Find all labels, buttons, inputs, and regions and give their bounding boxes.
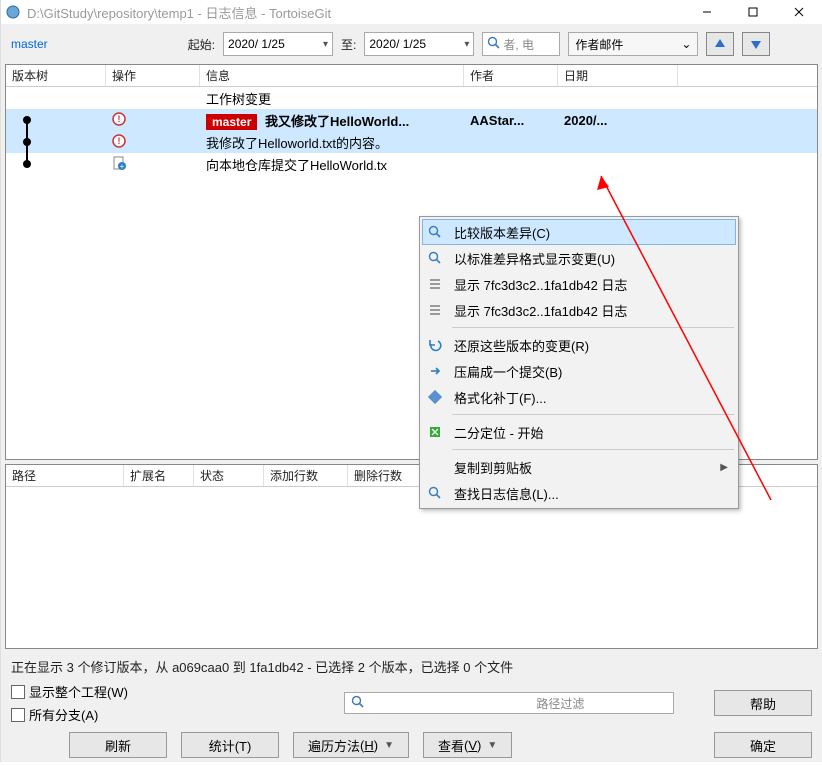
search-icon bbox=[487, 36, 501, 53]
cm-revert-changes[interactable]: 还原这些版本的变更(R) bbox=[422, 332, 736, 358]
revert-icon bbox=[426, 336, 444, 354]
col-message[interactable]: 信息 bbox=[200, 65, 464, 86]
modified-icon: ! bbox=[112, 136, 126, 151]
log-row[interactable]: + 向本地仓库提交了HelloWorld.tx bbox=[6, 153, 817, 175]
modified-icon: ! bbox=[112, 114, 126, 129]
bisect-icon bbox=[426, 423, 444, 441]
maximize-button[interactable] bbox=[730, 0, 776, 24]
branch-label[interactable]: master bbox=[7, 35, 52, 53]
scroll-down-button[interactable] bbox=[742, 32, 770, 56]
whole-project-label: 显示整个工程(W) bbox=[29, 682, 128, 701]
chevron-down-icon: ▾ bbox=[323, 39, 328, 50]
to-label: 至: bbox=[341, 36, 356, 53]
col-author[interactable]: 作者 bbox=[464, 65, 558, 86]
author-select-value: 作者邮件 bbox=[575, 36, 623, 53]
cm-format-patch[interactable]: 格式化补丁(F)... bbox=[422, 384, 736, 410]
from-date-input[interactable]: 2020/ 1/25 ▾ bbox=[223, 32, 333, 56]
options-row: 显示整个工程(W) 所有分支(A) 路径过滤 帮助 bbox=[1, 680, 822, 726]
commit-message: 向本地仓库提交了HelloWorld.tx bbox=[206, 158, 387, 173]
from-date-value: 2020/ 1/25 bbox=[228, 37, 285, 51]
patch-icon bbox=[426, 388, 444, 406]
ok-button[interactable]: 确定 bbox=[714, 732, 812, 758]
svg-text:+: + bbox=[120, 162, 125, 170]
cm-show-log-range-1[interactable]: 显示 7fc3d3c2..1fa1db42 日志 bbox=[422, 271, 736, 297]
col-status[interactable]: 状态 bbox=[194, 465, 264, 486]
col-tree[interactable]: 版本树 bbox=[6, 65, 106, 86]
scroll-up-button[interactable] bbox=[706, 32, 734, 56]
chevron-down-icon: ▼ bbox=[487, 740, 497, 751]
log-icon bbox=[426, 301, 444, 319]
search-icon bbox=[351, 695, 365, 712]
stats-button[interactable]: 统计(T) bbox=[181, 732, 279, 758]
refresh-button[interactable]: 刷新 bbox=[69, 732, 167, 758]
close-button[interactable] bbox=[776, 0, 822, 24]
author-email-select[interactable]: 作者邮件 ⌄ bbox=[568, 32, 698, 56]
titlebar: D:\GitStudy\repository\temp1 - 日志信息 - To… bbox=[1, 0, 822, 24]
commit-message: 我又修改了HelloWorld... bbox=[265, 114, 409, 129]
col-ext[interactable]: 扩展名 bbox=[124, 465, 194, 486]
added-icon: + bbox=[112, 158, 126, 173]
search-icon bbox=[426, 484, 444, 502]
separator bbox=[452, 449, 734, 450]
search-icon bbox=[426, 223, 444, 241]
submenu-arrow-icon: ▶ bbox=[720, 462, 728, 473]
cm-copy-to-clipboard[interactable]: 复制到剪贴板 ▶ bbox=[422, 454, 736, 480]
log-icon bbox=[426, 275, 444, 293]
cm-show-log-range-2[interactable]: 显示 7fc3d3c2..1fa1db42 日志 bbox=[422, 297, 736, 323]
search-input[interactable]: 者, 电 bbox=[482, 32, 560, 56]
cm-compare-revisions[interactable]: 比较版本差异(C) bbox=[422, 219, 736, 245]
commit-message: 我修改了Helloworld.txt的内容。 bbox=[206, 136, 388, 151]
commit-message: 工作树变更 bbox=[206, 92, 271, 107]
log-column-headers: 版本树 操作 信息 作者 日期 bbox=[6, 65, 817, 87]
commit-author: AAStar... bbox=[470, 113, 524, 128]
path-filter-input[interactable]: 路径过滤 bbox=[344, 692, 674, 714]
separator bbox=[452, 327, 734, 328]
help-button[interactable]: 帮助 bbox=[714, 690, 812, 716]
search-placeholder: 者, 电 bbox=[503, 36, 534, 53]
branch-tag: master bbox=[206, 114, 257, 130]
to-date-value: 2020/ 1/25 bbox=[369, 37, 426, 51]
log-row[interactable]: 工作树变更 bbox=[6, 87, 817, 109]
log-row[interactable]: ! 我修改了Helloworld.txt的内容。 bbox=[6, 131, 817, 153]
whole-project-checkbox[interactable]: 显示整个工程(W) bbox=[11, 682, 128, 701]
to-date-input[interactable]: 2020/ 1/25 ▾ bbox=[364, 32, 474, 56]
context-menu: 比较版本差异(C) 以标准差异格式显示变更(U) 显示 7fc3d3c2..1f… bbox=[419, 216, 739, 509]
all-branches-checkbox[interactable]: 所有分支(A) bbox=[11, 705, 128, 724]
from-label: 起始: bbox=[188, 36, 215, 53]
window-title: D:\GitStudy\repository\temp1 - 日志信息 - To… bbox=[27, 3, 684, 22]
col-date[interactable]: 日期 bbox=[558, 65, 678, 86]
filter-bar: master 起始: 2020/ 1/25 ▾ 至: 2020/ 1/25 ▾ … bbox=[1, 24, 822, 64]
walk-method-button[interactable]: 遍历方法(H) ▼ bbox=[293, 732, 409, 758]
chevron-down-icon: ▾ bbox=[464, 39, 469, 50]
cm-find-log[interactable]: 查找日志信息(L)... bbox=[422, 480, 736, 506]
chevron-down-icon: ▼ bbox=[384, 740, 394, 751]
log-row[interactable]: ! master 我又修改了HelloWorld... AAStar... 20… bbox=[6, 109, 817, 131]
cm-bisect-start[interactable]: 二分定位 - 开始 bbox=[422, 419, 736, 445]
path-filter-placeholder: 路径过滤 bbox=[536, 695, 584, 712]
view-button[interactable]: 查看(V) ▼ bbox=[423, 732, 512, 758]
svg-text:!: ! bbox=[118, 114, 121, 124]
cm-show-unified-diff[interactable]: 以标准差异格式显示变更(U) bbox=[422, 245, 736, 271]
app-icon bbox=[5, 4, 21, 20]
all-branches-label: 所有分支(A) bbox=[29, 705, 98, 724]
svg-text:!: ! bbox=[118, 136, 121, 146]
search-icon bbox=[426, 249, 444, 267]
col-path[interactable]: 路径 bbox=[6, 465, 124, 486]
commit-date: 2020/... bbox=[564, 113, 607, 128]
squash-icon bbox=[426, 362, 444, 380]
cm-squash-commits[interactable]: 压扁成一个提交(B) bbox=[422, 358, 736, 384]
blank-icon bbox=[426, 458, 444, 476]
bottom-buttons: 刷新 统计(T) 遍历方法(H) ▼ 查看(V) ▼ 确定 bbox=[1, 726, 822, 766]
separator bbox=[452, 414, 734, 415]
minimize-button[interactable] bbox=[684, 0, 730, 24]
col-added[interactable]: 添加行数 bbox=[264, 465, 348, 486]
log-table[interactable]: 版本树 操作 信息 作者 日期 工作树变更 ! bbox=[5, 64, 818, 460]
col-action[interactable]: 操作 bbox=[106, 65, 200, 86]
status-line: 正在显示 3 个修订版本，从 a069caa0 到 1fa1db42 - 已选择… bbox=[1, 651, 822, 680]
chevron-down-icon: ⌄ bbox=[681, 37, 691, 51]
